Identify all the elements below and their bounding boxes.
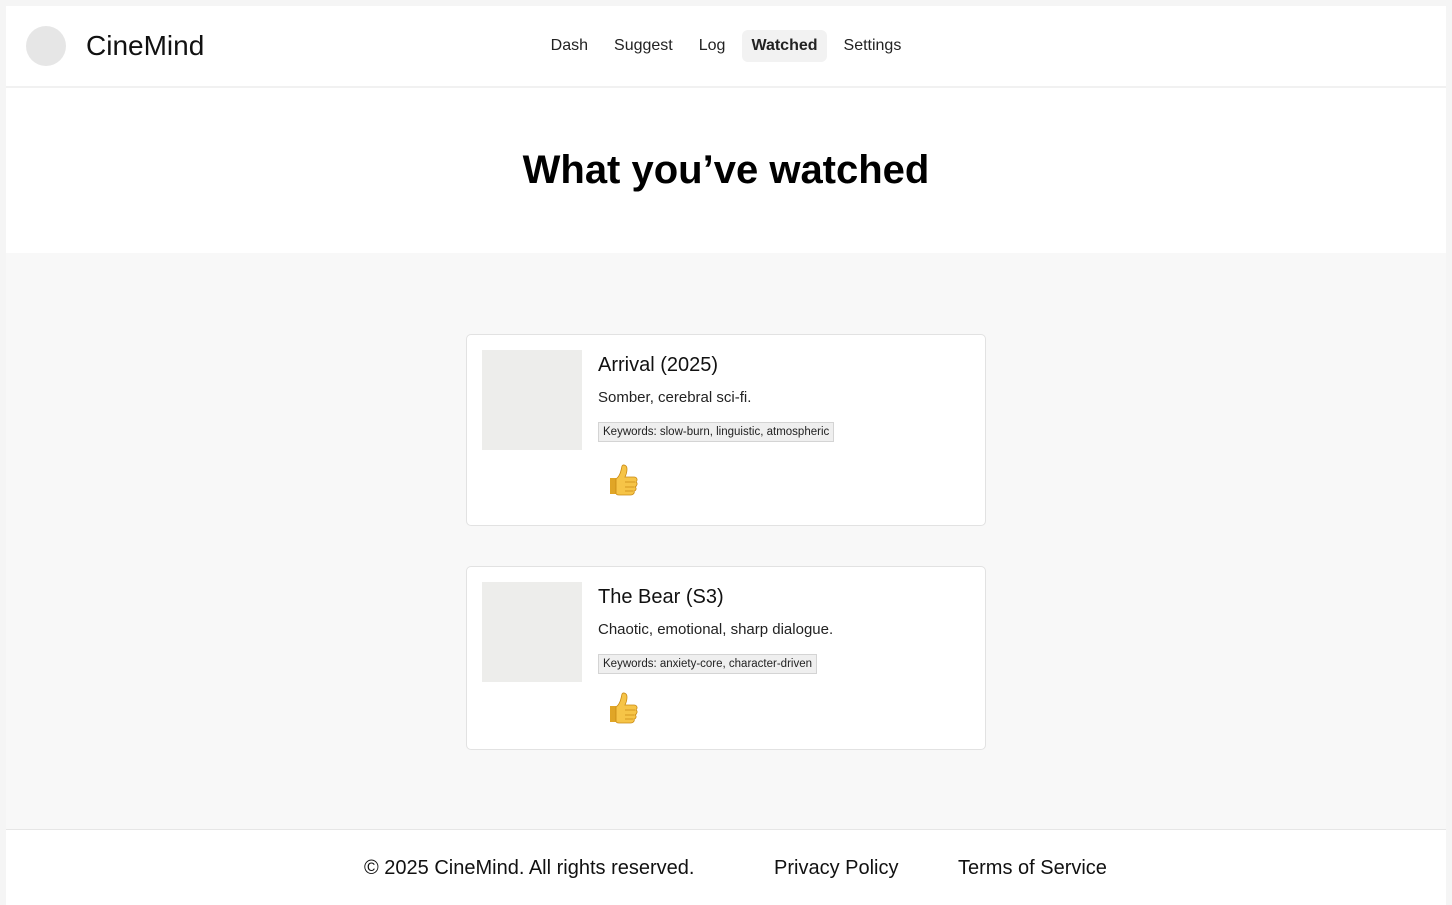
copyright-text: © 2025 CineMind. All rights reserved.	[364, 857, 695, 879]
nav-item-watched[interactable]: Watched	[742, 30, 827, 62]
hero-section: What you’ve watched	[6, 90, 1446, 253]
card-title: The Bear (S3)	[598, 586, 724, 608]
page-title: What you’ve watched	[522, 148, 930, 192]
poster-placeholder	[482, 582, 582, 682]
card-description: Chaotic, emotional, sharp dialogue.	[598, 621, 834, 638]
watched-list: Arrival (2025) Somber, cerebral sci-fi. …	[6, 253, 1446, 829]
watched-card: Arrival (2025) Somber, cerebral sci-fi. …	[466, 334, 986, 526]
privacy-policy-link[interactable]: Privacy Policy	[774, 856, 898, 880]
card-title: Arrival (2025)	[598, 354, 719, 376]
nav-item-dash[interactable]: Dash	[542, 30, 597, 62]
top-header: CineMind Dash Suggest Log Watched Settin…	[6, 6, 1446, 88]
thumbs-up-icon	[610, 692, 638, 724]
watched-card: The Bear (S3) Chaotic, emotional, sharp …	[466, 566, 986, 750]
thumbs-up-icon	[610, 464, 638, 496]
terms-of-service-link[interactable]: Terms of Service	[958, 856, 1107, 880]
poster-placeholder	[482, 350, 582, 450]
keywords-badge: Keywords: anxiety-core, character-driven	[598, 654, 817, 674]
page: CineMind Dash Suggest Log Watched Settin…	[6, 6, 1446, 905]
nav-item-suggest[interactable]: Suggest	[605, 30, 682, 62]
keywords-badge: Keywords: slow-burn, linguistic, atmosph…	[598, 422, 835, 442]
thumbs-up-button[interactable]	[604, 690, 640, 726]
card-description: Somber, cerebral sci-fi.	[598, 389, 752, 406]
site-footer: © 2025 CineMind. All rights reserved. Pr…	[6, 829, 1446, 905]
nav-item-log[interactable]: Log	[690, 30, 735, 62]
thumbs-up-button[interactable]	[604, 462, 640, 498]
main-nav: Dash Suggest Log Watched Settings	[6, 30, 1446, 62]
nav-item-settings[interactable]: Settings	[835, 30, 911, 62]
